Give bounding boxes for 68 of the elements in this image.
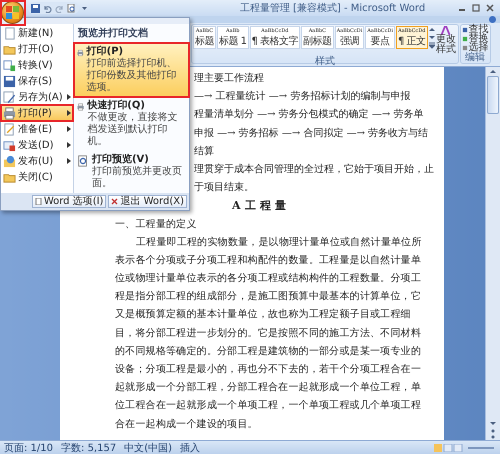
gallery-more-icon[interactable] bbox=[428, 42, 435, 49]
menu-item-icon bbox=[3, 154, 16, 168]
document-icon bbox=[34, 198, 42, 205]
editing-command[interactable]: 查找 bbox=[462, 25, 489, 34]
print-option[interactable]: 打印(P) 打印前选择打印机、打印份数及其他打印选项。 bbox=[74, 43, 189, 97]
text-line: 于项目结束。 bbox=[194, 180, 255, 196]
menu-item[interactable]: 发送(D) bbox=[1, 137, 73, 153]
text-line: —→ 工程量统计 —→ 劳务招标计划的编制与申报 bbox=[194, 90, 412, 104]
menu-footer-button[interactable]: 退出 Word(X) bbox=[108, 195, 187, 208]
browse-buttons-icon[interactable] bbox=[490, 428, 496, 440]
status-item: 插入 bbox=[180, 442, 200, 454]
scroll-thumb[interactable] bbox=[487, 76, 499, 114]
text-line: 程是指分部工程的组成部分，是施工图预算中最基本的计算单位，它 bbox=[114, 290, 422, 304]
scrollbar[interactable] bbox=[485, 67, 500, 440]
menu-item[interactable]: 关闭(C) bbox=[1, 169, 73, 185]
menu-item-icon bbox=[3, 106, 16, 120]
highlight-frame bbox=[0, 0, 26, 26]
menu-item[interactable]: 保存(S) bbox=[1, 73, 73, 89]
scroll-up-icon[interactable] bbox=[490, 69, 496, 74]
text-line: 起就形成一个分部工程，分部工程合在一起就形成一个单位工程，单 bbox=[114, 380, 422, 396]
group-label: 编辑 bbox=[465, 52, 486, 63]
menu-footer-button[interactable]: Word 选项(I) bbox=[32, 195, 106, 208]
preview-icon bbox=[77, 154, 89, 168]
text-line: 表示各个分项或子分项工程和构配件的数量。工程量是以自然计量单 bbox=[114, 254, 422, 268]
section-heading: A 工 程 量 bbox=[232, 198, 286, 214]
status-item: 中文(中国) bbox=[124, 442, 172, 454]
subheading: 一、工程量的定义 bbox=[114, 218, 198, 232]
text-line: 结算 bbox=[194, 144, 215, 159]
menu-item[interactable]: 转换(V) bbox=[1, 57, 73, 73]
print-option[interactable]: 打印预览(V) 打印前预览并更改页面。 bbox=[74, 151, 189, 193]
close-icon[interactable] bbox=[486, 4, 494, 12]
scroll-down-icon[interactable] bbox=[490, 421, 496, 426]
print-option[interactable]: 快速打印(Q) 不做更改，直接将文档发送到默认打印机。 bbox=[74, 97, 189, 151]
text-line: 目，将分部工程进一步划分的。它是按照不同的施工方法、不同材料 bbox=[114, 326, 422, 341]
customize-toolbar-icon bbox=[82, 6, 87, 10]
undo-icon[interactable] bbox=[43, 4, 52, 12]
menu-item[interactable]: 打印(P) bbox=[1, 105, 73, 121]
close-icon bbox=[111, 198, 118, 205]
text-line: 位或物理计量单位表示的各分项工程或结构构件的工程数量。分项工 bbox=[114, 272, 422, 286]
text-line: 程量清单划分 —→ 劳务分包模式的确定 —→ 劳务单 bbox=[194, 108, 424, 122]
text-line: 又是概预算定额的基本计量单位，故也称为工程定额子目或工程细 bbox=[114, 308, 412, 322]
menu-item-icon bbox=[3, 138, 16, 152]
text-line: 申报 —→ 劳务招标 —→ 合同拟定 —→ 劳务收方与结 bbox=[194, 126, 430, 141]
text-line: 设备；分项工程是最小的，再也分不下去的，若干个分项工程合在一 bbox=[114, 362, 422, 377]
text-line: 的不同规格等确定的。分部工程是建筑物的一部分或是某一项专业的 bbox=[114, 344, 422, 359]
menu-item[interactable]: 另存为(A) bbox=[1, 89, 73, 105]
editing-command[interactable]: 选择 bbox=[462, 43, 489, 52]
text-line: 工程量即工程的实物数量，是以物理计量单位或自然计量单位所 bbox=[135, 236, 423, 250]
print-preview-icon[interactable] bbox=[67, 4, 76, 12]
text-line: 理主要工作流程 bbox=[194, 72, 265, 86]
menu-item[interactable]: 打开(O) bbox=[1, 41, 73, 57]
change-styles-icon bbox=[440, 26, 452, 35]
status-item: 字数: 5,157 bbox=[61, 442, 116, 454]
maximize-icon[interactable] bbox=[472, 4, 480, 12]
save-icon[interactable] bbox=[31, 4, 40, 12]
office-logo-icon bbox=[6, 6, 19, 19]
window-title: 工程量管理 [兼容模式] - Microsoft Word bbox=[238, 2, 426, 15]
help-icon[interactable] bbox=[489, 16, 496, 23]
text-line: 合在一起构成一个建设的项目。 bbox=[114, 418, 259, 432]
text-line: 位工程合在一起就形成一个单项工程，一个单项工程或几个单项工程 bbox=[114, 398, 422, 414]
change-styles-button[interactable]: 更改样式 bbox=[436, 35, 457, 55]
menu-item[interactable]: 准备(E) bbox=[1, 121, 73, 137]
menu-item[interactable]: 发布(U) bbox=[1, 153, 73, 169]
status-item: 页面: 1/10 bbox=[4, 442, 54, 454]
editing-command[interactable]: 替换 bbox=[462, 34, 489, 43]
text-line: 理贯穿于成本合同管理的全过程，它始于项目开始，止 bbox=[194, 162, 435, 177]
menu-item[interactable]: 新建(N) bbox=[1, 25, 73, 41]
group-label: 样式 bbox=[314, 56, 335, 67]
